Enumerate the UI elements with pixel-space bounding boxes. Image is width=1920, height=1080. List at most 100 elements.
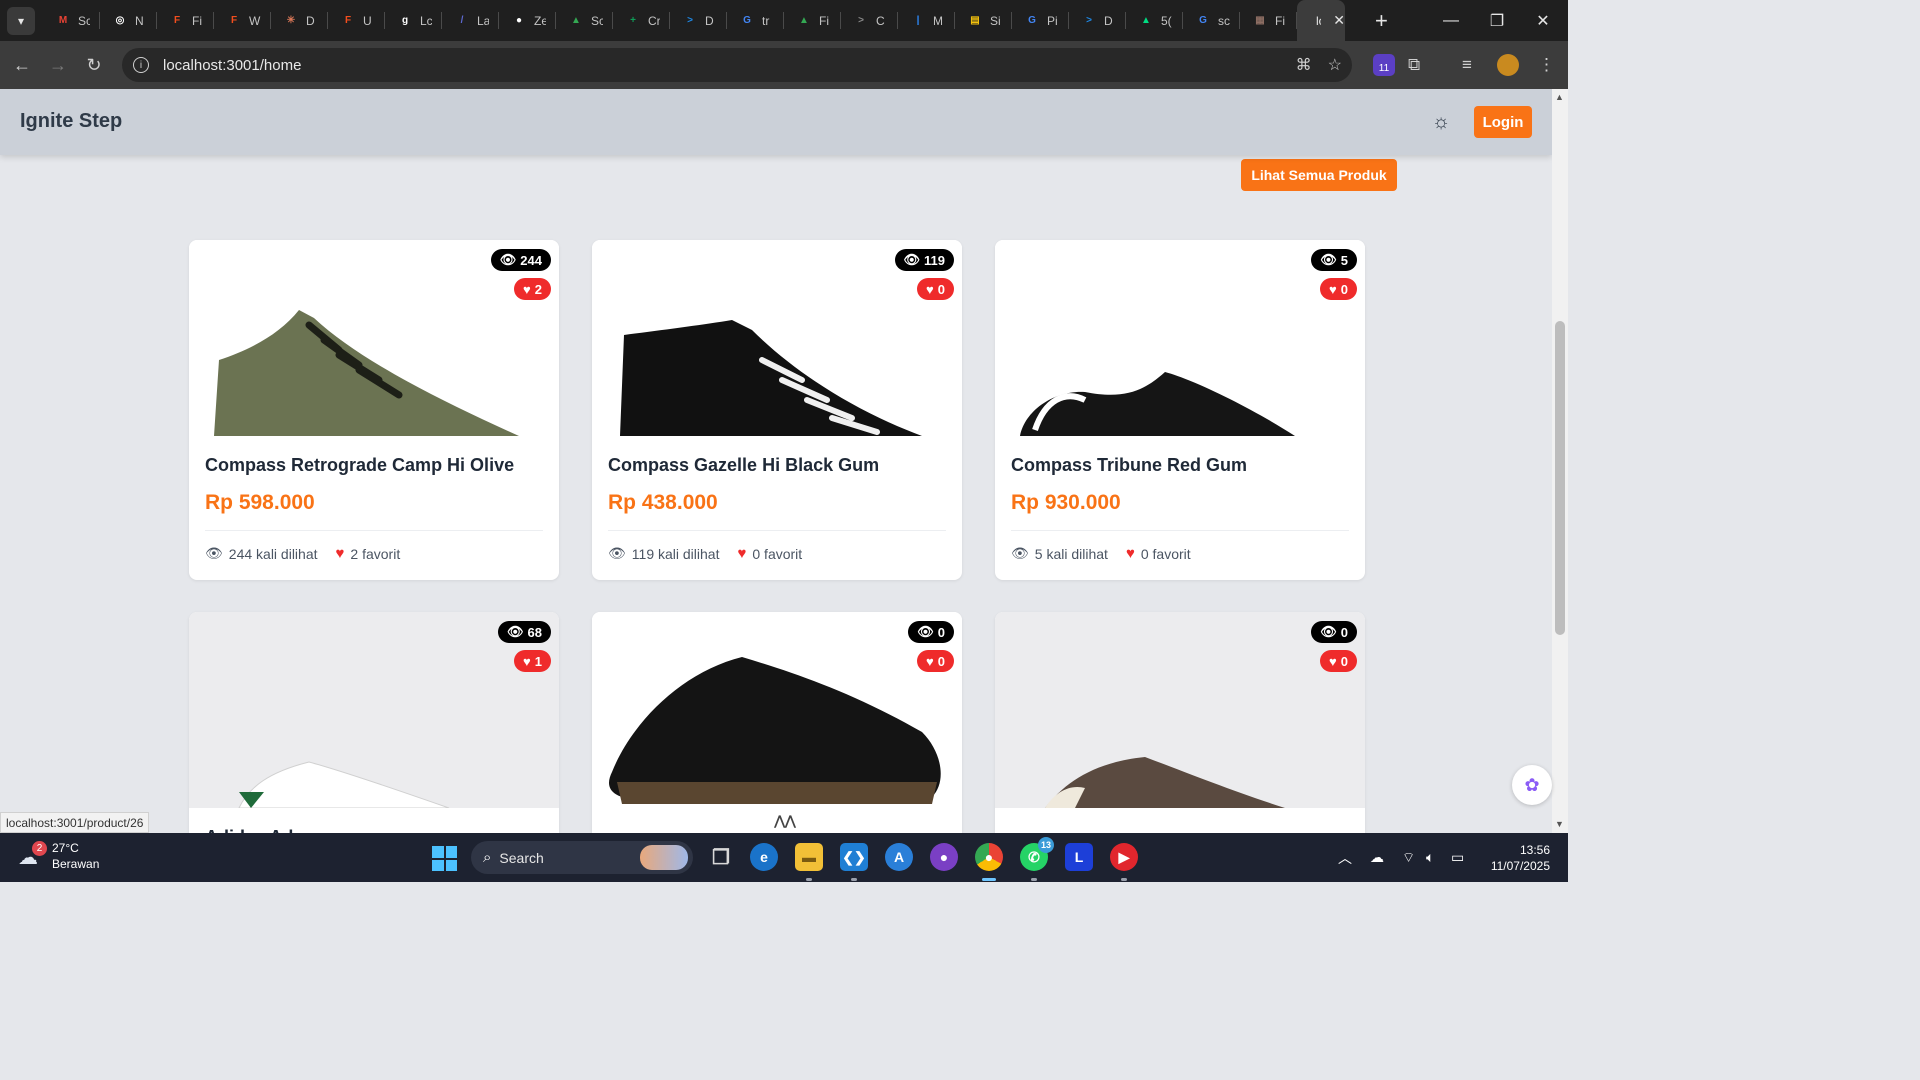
see-all-products-button[interactable]: Lihat Semua Produk xyxy=(1241,159,1397,191)
clock-time: 13:56 xyxy=(1519,843,1550,857)
browser-tab[interactable]: ▦ Fi xyxy=(1240,0,1297,41)
app-l-icon[interactable]: L xyxy=(1065,843,1093,871)
product-card[interactable]: 👁︎ 244 ♥ 2 Compass Retrograde Camp Hi Olive R… xyxy=(189,240,559,580)
browser-tab[interactable]: Gtr xyxy=(727,0,784,41)
browser-tab[interactable]: ▲ 5( xyxy=(1126,0,1183,41)
file-explorer-icon[interactable]: ▬ xyxy=(795,843,823,871)
system-clock[interactable]: 13:56 11/07/2025 xyxy=(1480,842,1550,874)
views-count: 0 xyxy=(937,624,945,640)
browser-tab[interactable]: g Lc xyxy=(385,0,442,41)
wifi-icon[interactable]: ⌔ xyxy=(1402,833,1415,882)
scroll-up-icon[interactable]: ▲ xyxy=(1555,92,1564,102)
weather-temp: 27°C xyxy=(52,841,79,855)
address-bar[interactable]: i localhost:3001/home ⌘ ☆ xyxy=(122,48,1352,82)
close-tab-icon[interactable]: ✕ xyxy=(1333,12,1345,29)
product-image[interactable]: 👁︎ 0 ♥ 0 xyxy=(592,612,962,808)
favorites-badge[interactable]: ♥ 0 xyxy=(917,650,954,672)
product-name[interactable]: Compass Retrograde Camp Hi Olive xyxy=(205,455,514,476)
browser-tab[interactable]: FW xyxy=(214,0,271,41)
tab-search-button[interactable]: ▾ xyxy=(7,6,35,35)
favorites-badge[interactable]: ♥ 0 xyxy=(1320,650,1357,672)
minimize-button[interactable]: — xyxy=(1428,0,1474,41)
edge-icon[interactable]: e xyxy=(750,843,778,871)
site-info-icon[interactable]: i xyxy=(133,57,149,73)
close-window-button[interactable]: ✕ xyxy=(1520,0,1566,41)
extensions-puzzle-icon[interactable]: ⧉ xyxy=(1408,41,1420,89)
translate-icon[interactable]: ⌘ xyxy=(1296,55,1312,75)
product-card[interactable]: 👁︎ 0 ♥ 0 xyxy=(995,612,1365,833)
browser-tab[interactable]: > C xyxy=(841,0,898,41)
browser-tab[interactable]: > D xyxy=(1069,0,1126,41)
browser-tab[interactable]: > D xyxy=(670,0,727,41)
browser-tab[interactable]: / La xyxy=(442,0,499,41)
taskbar-search[interactable]: ⌕ Search xyxy=(471,841,693,874)
browser-tab[interactable]: M Sc xyxy=(43,0,100,41)
media-player-icon[interactable]: ▶ xyxy=(1110,843,1138,871)
favorites-badge[interactable]: ♥ 0 xyxy=(1320,278,1357,300)
reload-button[interactable]: ↻ xyxy=(76,55,112,76)
sun-icon[interactable]: ☼ xyxy=(1430,111,1452,133)
assistant-bubble-icon[interactable]: ✿ xyxy=(1512,765,1552,805)
browser-tab[interactable]: Gsc xyxy=(1183,0,1240,41)
favorites-badge[interactable]: ♥ 1 xyxy=(514,650,551,672)
volume-icon[interactable]: 🔈︎ xyxy=(1426,833,1434,882)
favorites-badge[interactable]: ♥ 0 xyxy=(917,278,954,300)
chrome-icon[interactable]: ● xyxy=(975,843,1003,871)
profile-avatar[interactable] xyxy=(1497,41,1519,89)
search-highlight-image xyxy=(640,845,688,870)
back-button[interactable]: ← xyxy=(4,55,40,76)
restore-icon: ❐ xyxy=(1489,12,1505,30)
product-image[interactable]: 👁︎ 119 ♥ 0 xyxy=(592,240,962,436)
battery-icon[interactable]: ▭ xyxy=(1451,833,1464,882)
browser-tab[interactable]: ▲ Fi xyxy=(784,0,841,41)
onedrive-icon[interactable]: ☁ xyxy=(1370,833,1384,882)
browser-tab[interactable]: ◎ N xyxy=(100,0,157,41)
product-card[interactable]: 👁︎68♥1Adidas Advan... xyxy=(189,612,559,833)
whatsapp-icon[interactable]: ✆ 13 xyxy=(1020,837,1054,871)
product-image[interactable]: 👁︎ 5 ♥ 0 xyxy=(995,240,1365,436)
start-button[interactable] xyxy=(432,846,457,871)
brand-logo-text[interactable]: Ignite Step xyxy=(20,110,122,133)
arrow-left-icon: ← xyxy=(13,54,31,75)
browser-tab-active[interactable]: lo ✕ xyxy=(1297,0,1345,41)
nuxt-devtools-icon[interactable]: ⋀⋀ xyxy=(770,813,800,833)
show-hidden-icons[interactable]: ︿ xyxy=(1338,833,1352,882)
scroll-down-icon[interactable]: ▼ xyxy=(1555,819,1564,829)
product-image[interactable]: 👁︎ 68 ♥ 1 xyxy=(189,612,559,808)
new-tab-button[interactable]: + xyxy=(1375,8,1388,34)
app-store-icon[interactable]: A xyxy=(885,843,913,871)
browser-tab[interactable]: ✳ D xyxy=(271,0,328,41)
product-name[interactable]: Compass Gazelle Hi Black Gum xyxy=(608,455,879,476)
login-button[interactable]: Login xyxy=(1474,106,1532,138)
page-scrollbar[interactable]: ▲ ▼ xyxy=(1552,89,1568,833)
github-desktop-icon[interactable]: ● xyxy=(930,843,958,871)
bookmark-star-icon[interactable]: ☆ xyxy=(1328,55,1342,75)
media-control-icon[interactable]: ≡ xyxy=(1462,41,1472,89)
extension-badge-icon[interactable]: 11 xyxy=(1373,41,1395,89)
browser-tab[interactable]: + Cr xyxy=(613,0,670,41)
forward-button[interactable]: → xyxy=(40,55,76,76)
product-name[interactable]: Compass Tribune Red Gum xyxy=(1011,455,1247,476)
vscode-icon[interactable]: ❮❯ xyxy=(840,843,868,871)
browser-tab[interactable]: G Pi xyxy=(1012,0,1069,41)
views-badge: 👁︎ 68 xyxy=(498,621,551,643)
weather-widget[interactable]: ☁ 2 27°C Berawan xyxy=(18,840,99,872)
favorites-badge[interactable]: ♥ 2 xyxy=(514,278,551,300)
restore-button[interactable]: ❐ xyxy=(1474,0,1520,41)
url-text[interactable]: localhost:3001/home xyxy=(163,57,301,74)
browser-tab[interactable]: ● Ze xyxy=(499,0,556,41)
scrollbar-thumb[interactable] xyxy=(1555,321,1565,635)
browser-tab[interactable]: F Fi xyxy=(157,0,214,41)
browser-tab[interactable]: ▲ Sc xyxy=(556,0,613,41)
tab-title: Si xyxy=(990,13,1001,28)
browser-tab[interactable]: | M xyxy=(898,0,955,41)
browser-tab[interactable]: FU xyxy=(328,0,385,41)
browser-tab[interactable]: ▤ Si xyxy=(955,0,1012,41)
browser-menu-icon[interactable]: ⋮ xyxy=(1538,41,1555,89)
task-view-icon[interactable]: ❐ xyxy=(707,843,735,871)
product-image[interactable]: 👁︎ 0 ♥ 0 xyxy=(995,612,1365,808)
product-card[interactable]: 👁︎ 5 ♥ 0 Compass Tribune Red Gum Rp 930.000 👁︎… xyxy=(995,240,1365,580)
product-card[interactable]: 👁︎ 119 ♥ 0 Compass Gazelle Hi Black Gum Rp 43… xyxy=(592,240,962,580)
product-card[interactable]: 👁︎ 0 ♥ 0 xyxy=(592,612,962,833)
product-image[interactable]: 👁︎ 244 ♥ 2 xyxy=(189,240,559,436)
